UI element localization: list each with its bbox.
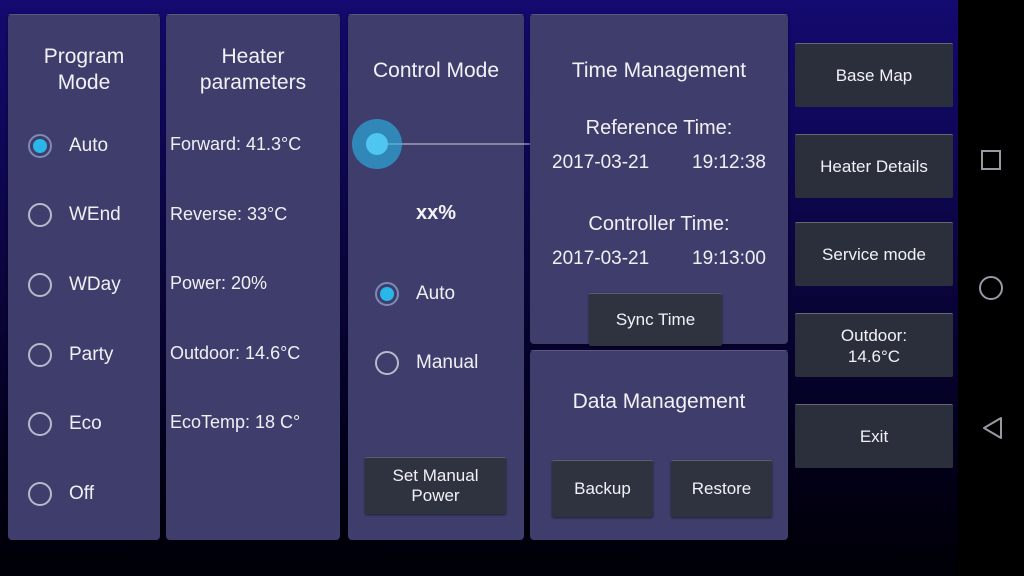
- manual-power-slider[interactable]: [352, 119, 534, 169]
- data-management-panel: Data Management Backup Restore: [530, 350, 788, 540]
- heater-parameters-panel: Heater parameters Forward: 41.3°C Revers…: [166, 14, 340, 540]
- program-mode-option-label: WDay: [69, 274, 121, 295]
- backup-label: Backup: [574, 479, 631, 498]
- heater-parameters-title-line2: parameters: [199, 71, 307, 94]
- program-mode-option-party[interactable]: Party: [28, 340, 113, 370]
- controller-time-row: 2017-03-21 19:13:00: [552, 248, 766, 270]
- heater-param-ecotemp: EcoTemp: 18 C°: [170, 412, 301, 432]
- program-mode-option-label: Auto: [69, 135, 109, 156]
- heater-param-outdoor: Outdoor: 14.6°C: [170, 343, 301, 363]
- program-mode-option-wend[interactable]: WEnd: [28, 200, 121, 230]
- program-mode-option-wday[interactable]: WDay: [28, 270, 121, 300]
- set-manual-power-label-line2: Power: [411, 486, 460, 505]
- control-mode-option-auto[interactable]: Auto: [375, 279, 455, 309]
- sidebar-button-label: Base Map: [835, 66, 913, 85]
- heater-param-power: Power: 20%: [170, 273, 268, 293]
- reference-time-label: Reference Time:: [585, 117, 733, 139]
- home-circle-icon[interactable]: [979, 276, 1003, 300]
- slider-value-label: xx%: [415, 202, 457, 224]
- back-button[interactable]: [958, 383, 1024, 449]
- backup-button[interactable]: Backup: [552, 460, 653, 517]
- time-management-panel: Time Management Reference Time: 2017-03-…: [530, 14, 788, 346]
- set-manual-power-label-line1: Set Manual: [392, 466, 479, 485]
- heater-param-forward: Forward: 41.3°C: [170, 134, 302, 154]
- control-mode-option-manual[interactable]: Manual: [375, 348, 478, 378]
- control-mode-panel: Control Mode xx% Auto Manual Set Manual …: [348, 14, 534, 540]
- program-mode-option-label: Party: [69, 344, 114, 365]
- program-mode-title-line2: Mode: [57, 71, 111, 94]
- heater-param-reverse: Reverse: 33°C: [170, 204, 288, 224]
- sidebar-button-heater-details[interactable]: Heater Details: [795, 134, 953, 198]
- radio-icon[interactable]: [28, 203, 52, 227]
- sidebar-button-service-mode[interactable]: Service mode: [795, 222, 953, 286]
- data-management-title: Data Management: [572, 390, 746, 413]
- recents-button[interactable]: [958, 127, 1024, 193]
- slider-thumb[interactable]: [366, 133, 388, 155]
- reference-time-row: 2017-03-21 19:12:38: [552, 152, 766, 174]
- program-mode-title-line1: Program: [43, 45, 125, 68]
- slider-thumb-halo[interactable]: [352, 119, 402, 169]
- sync-time-button[interactable]: Sync Time: [589, 293, 722, 346]
- reference-date-value: 2017-03-21: [552, 152, 650, 173]
- program-mode-panel: Program Mode Auto WEnd WDay Party Eco Of…: [8, 14, 160, 540]
- sidebar-outdoor-label: Outdoor:: [840, 325, 908, 345]
- android-navigation-bar: [958, 0, 1024, 576]
- sidebar-button-label: Heater Details: [820, 157, 928, 176]
- heater-parameters-title-line1: Heater: [221, 45, 285, 68]
- sync-time-label: Sync Time: [615, 310, 696, 329]
- program-mode-option-off[interactable]: Off: [28, 479, 94, 509]
- sidebar-button-base-map[interactable]: Base Map: [795, 43, 953, 107]
- radio-icon[interactable]: [375, 282, 399, 306]
- radio-icon[interactable]: [28, 482, 52, 506]
- radio-icon[interactable]: [28, 273, 52, 297]
- home-button[interactable]: [958, 255, 1024, 321]
- program-mode-option-label: WEnd: [69, 204, 121, 225]
- app-background: Program Mode Auto WEnd WDay Party Eco Of…: [0, 0, 958, 576]
- control-mode-title: Control Mode: [372, 59, 500, 82]
- screen: Program Mode Auto WEnd WDay Party Eco Of…: [0, 0, 1024, 576]
- program-mode-option-auto[interactable]: Auto: [28, 131, 108, 161]
- control-mode-option-label: Auto: [416, 283, 456, 304]
- set-manual-power-button[interactable]: Set Manual Power: [365, 457, 506, 514]
- recents-square-icon[interactable]: [981, 150, 1001, 170]
- control-mode-option-label: Manual: [416, 352, 479, 373]
- controller-time-value: 19:13:00: [692, 248, 766, 269]
- reference-time-value: 19:12:38: [692, 152, 766, 173]
- slider-track[interactable]: [382, 143, 534, 145]
- sidebar-button-label: Service mode: [822, 245, 926, 264]
- radio-icon[interactable]: [28, 134, 52, 158]
- restore-button[interactable]: Restore: [671, 460, 772, 517]
- program-mode-option-label: Off: [69, 483, 94, 504]
- program-mode-option-eco[interactable]: Eco: [28, 409, 102, 439]
- radio-icon[interactable]: [28, 343, 52, 367]
- sidebar-outdoor-value: 14.6°C: [847, 346, 901, 366]
- controller-time-label: Controller Time:: [588, 213, 730, 235]
- restore-label: Restore: [691, 479, 752, 498]
- controller-date-value: 2017-03-21: [552, 248, 650, 269]
- radio-icon[interactable]: [28, 412, 52, 436]
- sidebar-button-outdoor-temp[interactable]: Outdoor: 14.6°C: [795, 313, 953, 377]
- sidebar-button-label: Exit: [859, 427, 889, 446]
- sidebar-button-exit[interactable]: Exit: [795, 404, 953, 468]
- time-management-title: Time Management: [571, 59, 747, 82]
- radio-icon[interactable]: [375, 351, 399, 375]
- program-mode-option-label: Eco: [69, 413, 102, 434]
- sidebar: Base Map Heater Details Service mode Out…: [795, 0, 953, 576]
- back-triangle-icon[interactable]: [981, 404, 1002, 439]
